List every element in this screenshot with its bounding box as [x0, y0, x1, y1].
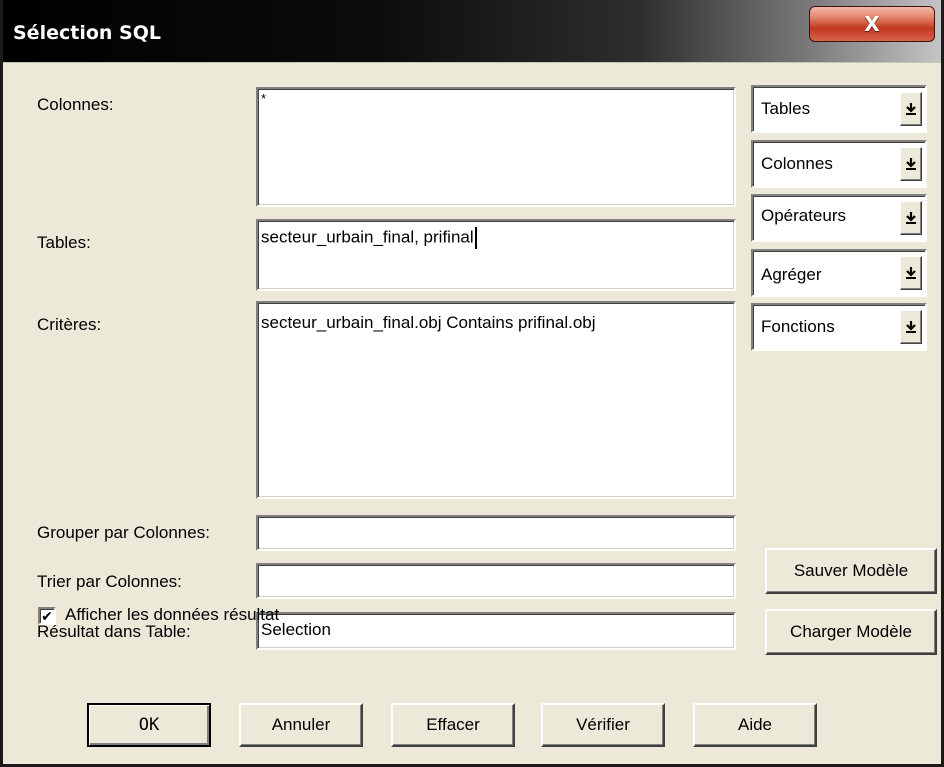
order-by-label: Trier par Colonnes:	[37, 572, 182, 591]
ok-label: OK	[138, 715, 160, 735]
verify-label: Vérifier	[576, 715, 630, 734]
columns-dropdown-label: Colonnes	[761, 154, 833, 173]
columns-textarea[interactable]: *	[256, 87, 736, 207]
group-by-label: Grouper par Colonnes:	[37, 523, 210, 542]
columns-value: *	[261, 91, 267, 106]
tables-dropdown-label: Tables	[761, 99, 811, 118]
aggregate-dropdown[interactable]: Agréger	[751, 249, 927, 297]
tables-value: secteur_urbain_final, prifinal	[261, 227, 474, 247]
sql-selection-dialog: Sélection SQL X Colonnes: Tables: Critèr…	[0, 0, 944, 767]
order-by-input[interactable]	[256, 563, 736, 599]
functions-dropdown-label: Fonctions	[761, 317, 835, 336]
chevron-down-icon	[906, 321, 916, 333]
chevron-down-icon	[906, 103, 916, 115]
operators-dropdown-button[interactable]	[900, 201, 922, 235]
ok-button[interactable]: OK	[87, 703, 211, 747]
group-by-input[interactable]	[256, 515, 736, 551]
columns-dropdown[interactable]: Colonnes	[751, 140, 927, 188]
close-button[interactable]: X	[809, 6, 935, 42]
columns-dropdown-button[interactable]	[900, 147, 922, 181]
title-bar[interactable]: Sélection SQL X	[3, 0, 941, 62]
save-template-label: Sauver Modèle	[793, 561, 909, 580]
checkmark-icon: ✔	[41, 608, 53, 624]
help-button[interactable]: Aide	[693, 703, 817, 747]
clear-label: Effacer	[426, 715, 480, 734]
show-results-checkbox[interactable]: ✔	[38, 607, 56, 625]
operators-dropdown[interactable]: Opérateurs	[751, 194, 927, 242]
criteria-textarea[interactable]: secteur_urbain_final.obj Contains prifin…	[256, 301, 736, 499]
clear-button[interactable]: Effacer	[391, 703, 515, 747]
chevron-down-icon	[906, 158, 916, 170]
load-template-label: Charger Modèle	[790, 622, 912, 641]
result-table-label: Résultat dans Table:	[37, 622, 191, 641]
tables-label: Tables:	[37, 233, 91, 252]
cancel-label: Annuler	[271, 715, 331, 734]
dialog-content: Colonnes: Tables: Critères: Grouper par …	[3, 62, 941, 764]
functions-dropdown[interactable]: Fonctions	[751, 303, 927, 351]
operators-dropdown-label: Opérateurs	[761, 206, 847, 225]
load-template-button[interactable]: Charger Modèle	[765, 609, 937, 655]
cancel-button[interactable]: Annuler	[239, 703, 363, 747]
help-label: Aide	[737, 715, 773, 734]
tables-dropdown-button[interactable]	[900, 92, 922, 126]
text-cursor	[474, 227, 477, 249]
chevron-down-icon	[906, 267, 916, 279]
tables-textarea[interactable]: secteur_urbain_final, prifinal	[256, 219, 736, 291]
aggregate-dropdown-label: Agréger	[761, 265, 822, 284]
criteria-label: Critères:	[37, 315, 102, 334]
tables-dropdown[interactable]: Tables	[751, 85, 927, 133]
show-results-label[interactable]: Afficher les données résultat	[65, 605, 279, 625]
chevron-down-icon	[906, 212, 916, 224]
verify-button[interactable]: Vérifier	[541, 703, 665, 747]
columns-label: Colonnes:	[37, 95, 114, 114]
criteria-value: secteur_urbain_final.obj Contains prifin…	[261, 313, 596, 332]
aggregate-dropdown-button[interactable]	[900, 256, 922, 290]
window-title: Sélection SQL	[13, 22, 161, 44]
functions-dropdown-button[interactable]	[900, 310, 922, 344]
save-template-button[interactable]: Sauver Modèle	[765, 548, 937, 594]
close-icon: X	[864, 12, 880, 36]
result-table-input[interactable]: Selection	[256, 612, 736, 650]
